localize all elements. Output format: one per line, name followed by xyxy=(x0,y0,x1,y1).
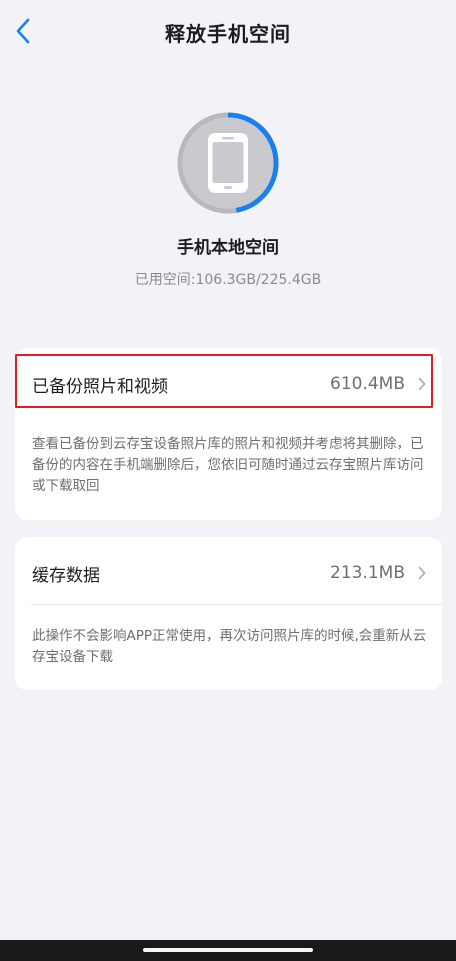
cache-data-row[interactable]: 缓存数据 213.1MB xyxy=(15,545,442,601)
storage-usage-text: 已用空间:106.3GB/225.4GB xyxy=(134,272,322,288)
backup-photos-label: 已备份照片和视频 xyxy=(32,376,168,397)
cache-data-size: 213.1MB xyxy=(330,563,405,583)
backup-photos-row[interactable]: 已备份照片和视频 610.4MB xyxy=(15,356,442,412)
backup-photos-size: 610.4MB xyxy=(330,374,405,394)
chevron-right-icon xyxy=(418,377,426,391)
storage-usage-ring xyxy=(176,111,280,215)
home-indicator[interactable] xyxy=(143,948,313,952)
chevron-right-icon xyxy=(418,566,426,580)
navigation-header: 释放手机空间 xyxy=(0,0,456,64)
chevron-left-icon xyxy=(16,18,30,44)
system-navigation-bar xyxy=(0,940,456,961)
page-title: 释放手机空间 xyxy=(165,21,291,46)
storage-title: 手机本地空间 xyxy=(177,238,279,258)
phone-icon xyxy=(208,133,248,193)
cache-data-label: 缓存数据 xyxy=(32,565,100,586)
divider xyxy=(31,604,442,605)
cache-data-description: 此操作不会影响APP正常使用，再次访问照片库的时候,会重新从云存宝设备下载 xyxy=(32,628,427,665)
backup-photos-description: 查看已备份到云存宝设备照片库的照片和视频并考虑将其删除，已备份的内容在手机端删除… xyxy=(32,436,424,494)
back-button[interactable] xyxy=(10,16,36,46)
backup-photos-card: 已备份照片和视频 610.4MB 查看已备份到云存宝设备照片库的照片和视频并考虑… xyxy=(15,348,442,520)
cache-data-card: 缓存数据 213.1MB 此操作不会影响APP正常使用，再次访问照片库的时候,会… xyxy=(15,537,442,690)
